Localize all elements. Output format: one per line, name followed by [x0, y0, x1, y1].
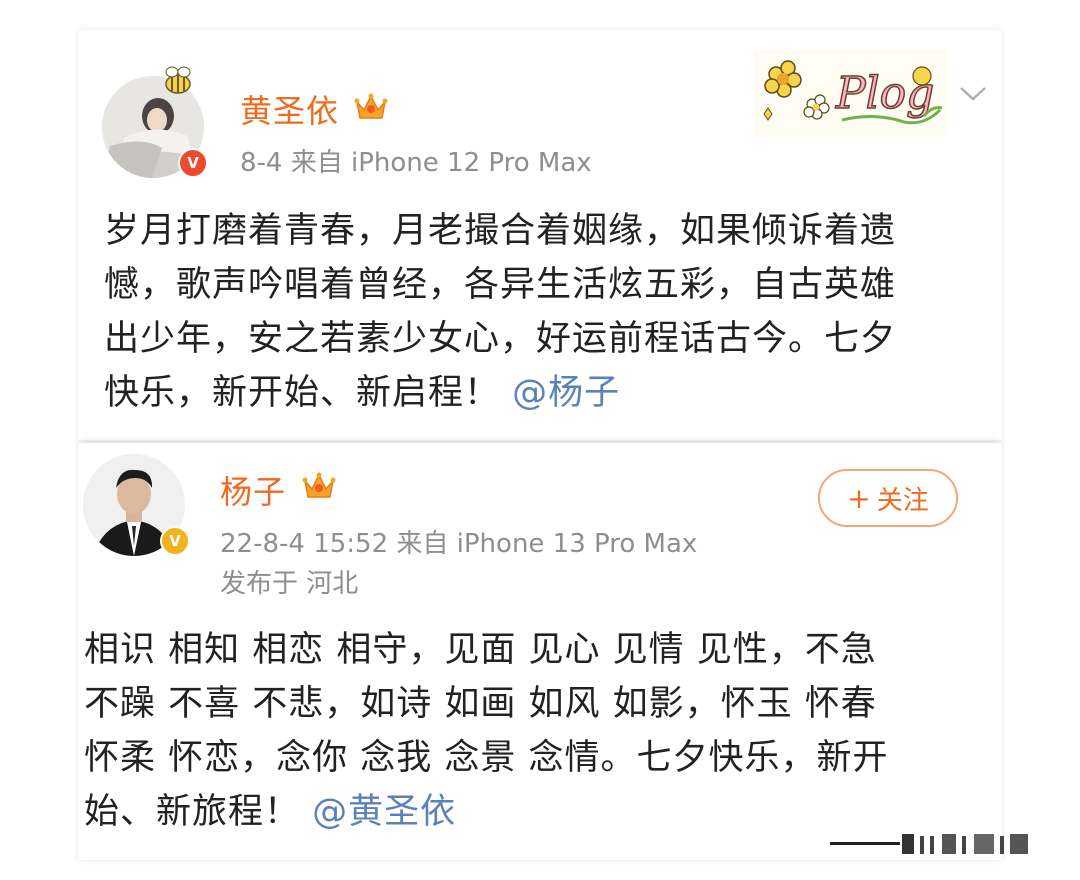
post-text-line: 岁月打磨着青春，月老撮合着姻缘，如果倾诉着遗 — [104, 211, 897, 251]
post-text-line: 始、新旅程！ — [84, 792, 301, 832]
follow-label: 关注 — [876, 485, 929, 516]
post-text-line: 怀柔 怀恋，念你 念我 念景 念情。七夕快乐，新开 — [84, 738, 889, 778]
crown-icon — [354, 93, 388, 119]
author-name[interactable]: 黄圣依 — [240, 86, 339, 132]
mention-link[interactable]: @杨子 — [512, 373, 620, 413]
weibo-post-huang: V 黄圣依 8-4 来自 iPhone 12 Pro Max Plog 岁月打磨… — [78, 30, 1002, 440]
post-location: 发布于 河北 — [220, 569, 359, 599]
crown-icon — [302, 472, 336, 498]
post-text-line: 相识 相知 相恋 相守，见面 见心 见情 见性，不急 — [84, 630, 877, 670]
post-meta: 22-8-4 15:52 来自 iPhone 13 Pro Max — [220, 529, 698, 559]
follow-button[interactable]: + 关注 — [818, 469, 958, 527]
post-meta: 8-4 来自 iPhone 12 Pro Max — [240, 148, 592, 178]
verified-badge: V — [178, 148, 208, 178]
mention-link[interactable]: @黄圣依 — [312, 792, 456, 832]
post-text-line: 憾，歌声吟唱着曾经，各异生活炫五彩，自古英雄 — [104, 265, 897, 305]
weibo-post-yang: V 杨子 22-8-4 15:52 来自 iPhone 13 Pro Max 发… — [78, 443, 1002, 860]
author-name[interactable]: 杨子 — [220, 467, 286, 513]
post-text-line: 快乐，新开始、新启程！ — [104, 373, 501, 413]
chevron-down-icon[interactable] — [958, 84, 988, 104]
plog-sticker-icon: Plog — [754, 50, 948, 136]
watermark-icon — [830, 834, 1028, 854]
post-text: 岁月打磨着青春，月老撮合着姻缘，如果倾诉着遗 憾，歌声吟唱着曾经，各异生活炫五彩… — [104, 204, 984, 420]
post-text-line: 出少年，安之若素少女心，好运前程话古今。七夕 — [104, 319, 897, 359]
verified-badge: V — [160, 526, 190, 556]
post-text-line: 不躁 不喜 不悲，如诗 如画 如风 如影，怀玉 怀春 — [84, 684, 877, 724]
post-text: 相识 相知 相恋 相守，见面 见心 见情 见性，不急 不躁 不喜 不悲，如诗 如… — [84, 623, 964, 839]
plus-icon: + — [847, 481, 871, 515]
bee-sticker-icon — [165, 66, 191, 94]
